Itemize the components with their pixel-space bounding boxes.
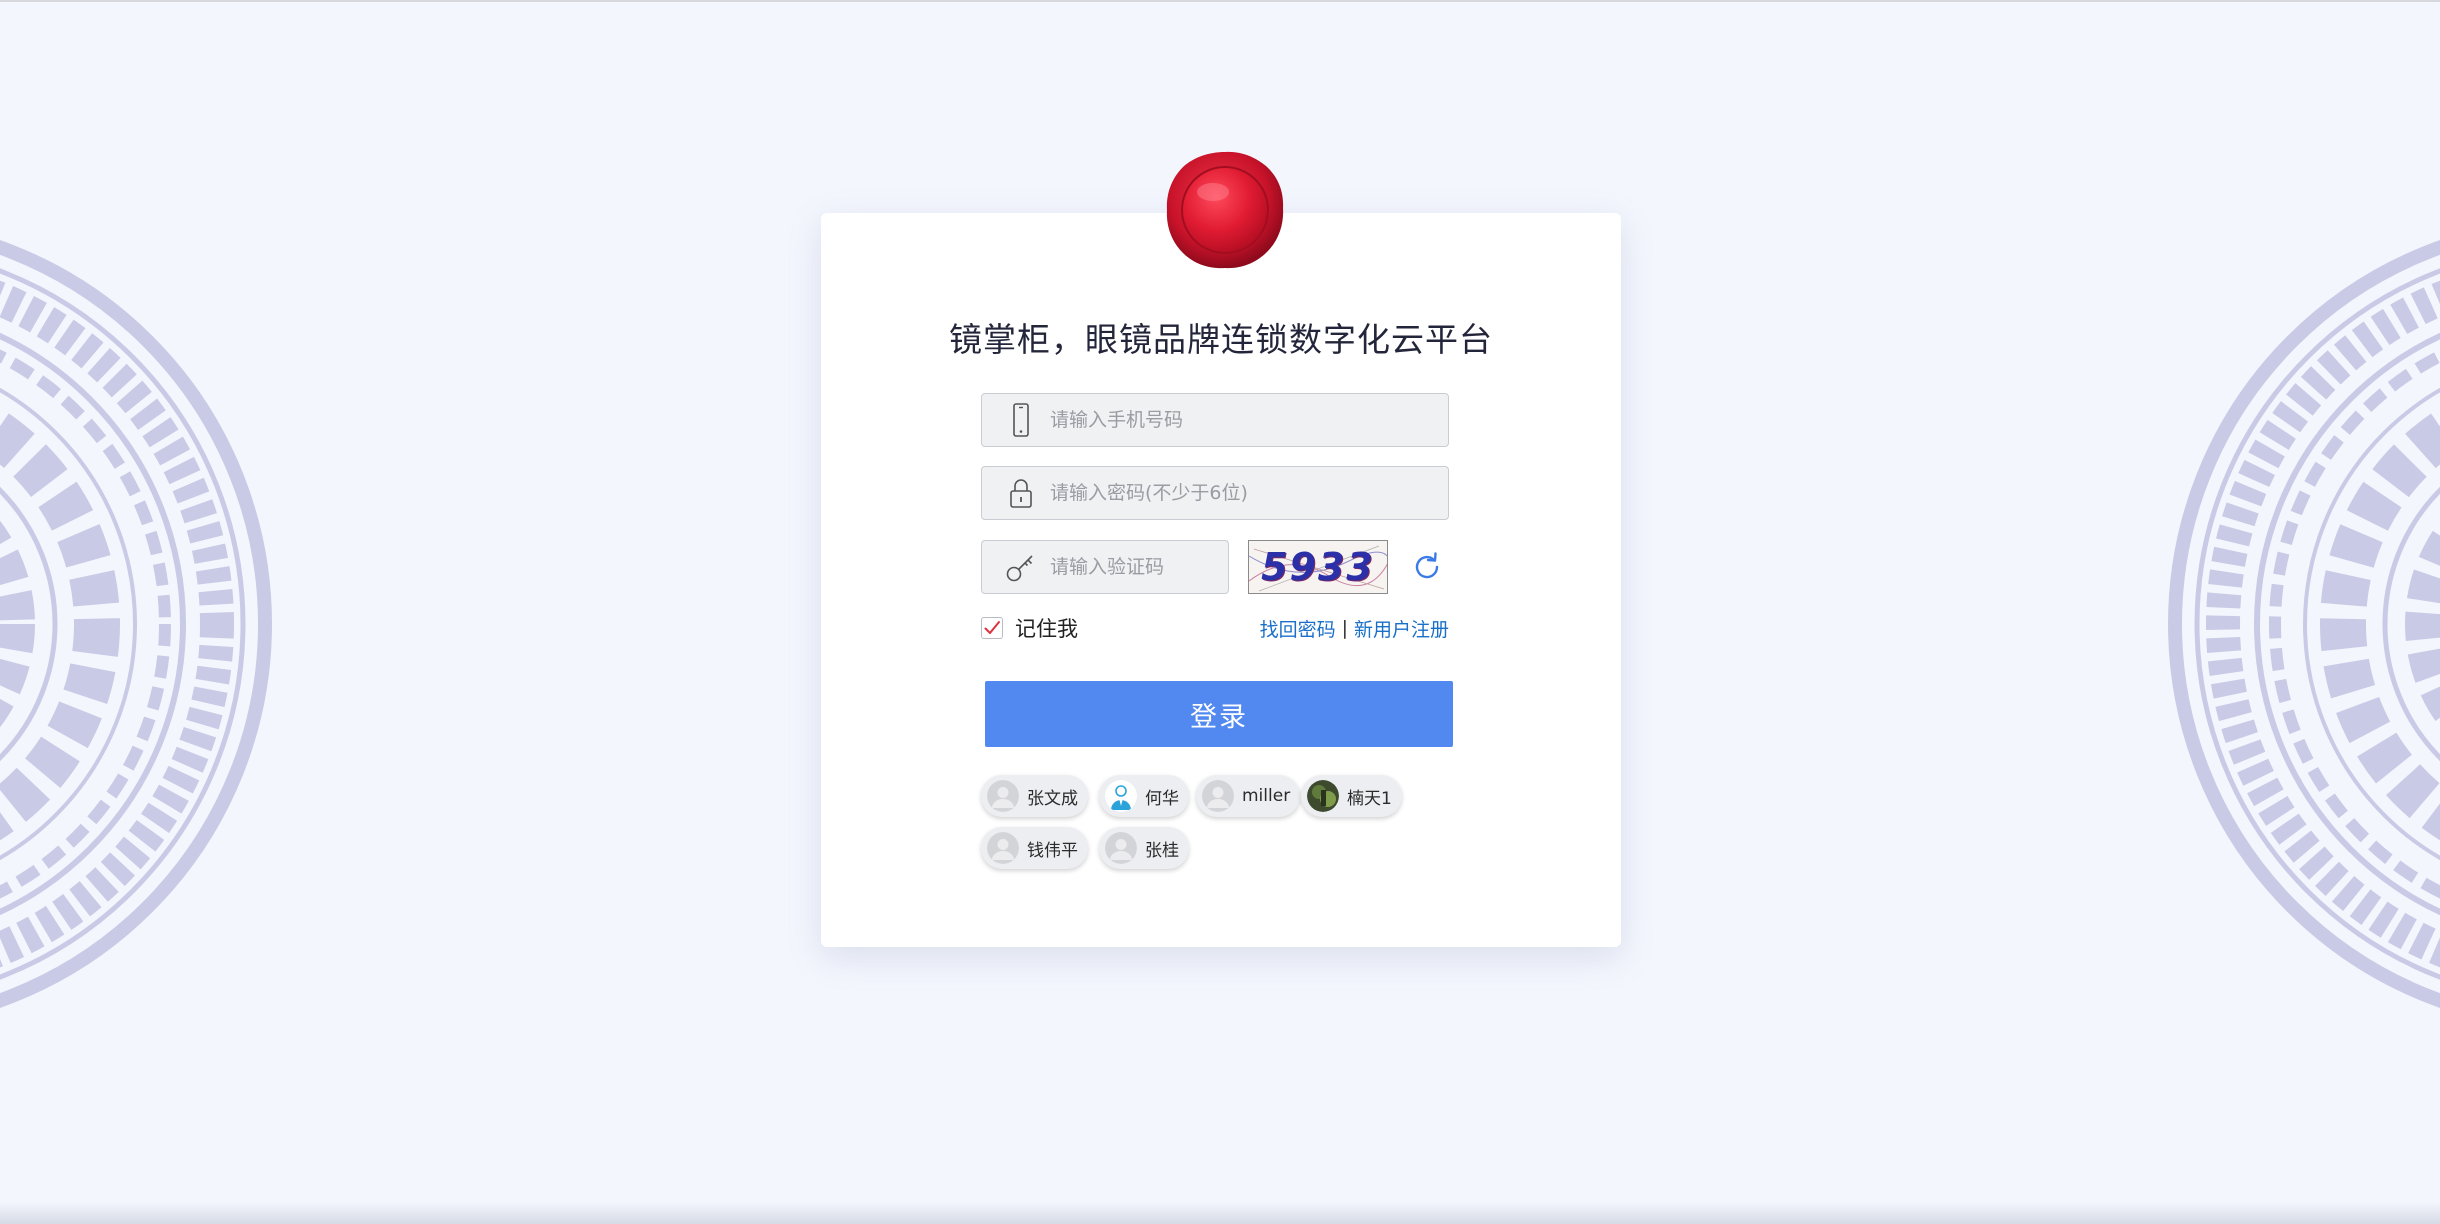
quick-user-name: miller	[1242, 786, 1291, 806]
quick-user-name: 何华	[1145, 788, 1179, 809]
red-wax-seal-icon	[1166, 151, 1284, 269]
password-input[interactable]	[1050, 467, 1436, 519]
forgot-password-link[interactable]: 找回密码	[1260, 615, 1336, 642]
quick-user-chip[interactable]: 钱伟平	[981, 827, 1088, 869]
quick-user-chip[interactable]: 楠天1	[1301, 775, 1402, 817]
login-page: 镜掌柜，眼镜品牌连锁数字化云平台 请输入手机号码 请输入验证码 5933 记住我…	[0, 0, 2440, 1224]
quick-user-chip[interactable]: 何华	[1099, 775, 1189, 817]
account-links: 找回密码 | 新用户注册	[1260, 613, 1449, 643]
default-avatar-icon	[1105, 832, 1137, 864]
login-card: 镜掌柜，眼镜品牌连锁数字化云平台 请输入手机号码 请输入验证码 5933 记住我…	[821, 213, 1621, 947]
captcha-field[interactable]	[981, 540, 1229, 594]
quick-user-chip[interactable]: miller	[1196, 775, 1301, 817]
remember-me[interactable]: 记住我	[981, 613, 1078, 643]
quick-user-name: 钱伟平	[1027, 840, 1078, 861]
checkmark-icon	[984, 621, 1000, 634]
refresh-icon[interactable]	[1410, 550, 1444, 584]
default-avatar-icon	[987, 780, 1019, 812]
page-title: 镜掌柜，眼镜品牌连锁数字化云平台	[949, 320, 1493, 359]
captcha-text: 5933	[1261, 545, 1375, 589]
phone-input[interactable]	[1050, 394, 1436, 446]
default-avatar-icon	[987, 832, 1019, 864]
key-icon	[1006, 555, 1033, 582]
bottom-edge-shadow	[0, 1202, 2440, 1224]
decorative-ornament-right	[2168, 240, 2440, 1008]
quick-user-name: 张桂	[1145, 840, 1179, 861]
quick-user-name: 张文成	[1027, 788, 1078, 809]
lock-icon	[1010, 479, 1032, 508]
decorative-ornament-left	[0, 240, 272, 1008]
login-button[interactable]: 登录	[985, 681, 1453, 747]
quick-user-chip[interactable]: 张桂	[1099, 827, 1189, 869]
default-avatar-icon	[1202, 780, 1234, 812]
quick-user-name: 楠天1	[1347, 788, 1392, 809]
remember-label: 记住我	[1015, 617, 1078, 641]
businessman-avatar-icon	[1105, 780, 1137, 812]
password-field[interactable]	[981, 466, 1449, 520]
link-separator: |	[1341, 617, 1348, 639]
register-link[interactable]: 新用户注册	[1354, 615, 1449, 642]
quick-user-chip[interactable]: 张文成	[981, 775, 1088, 817]
photo-avatar	[1307, 780, 1339, 812]
remember-checkbox[interactable]	[981, 617, 1003, 639]
mobile-phone-icon	[1013, 403, 1029, 437]
phone-field[interactable]	[981, 393, 1449, 447]
captcha-input[interactable]	[1050, 541, 1216, 593]
captcha-image[interactable]: 5933	[1248, 540, 1388, 594]
